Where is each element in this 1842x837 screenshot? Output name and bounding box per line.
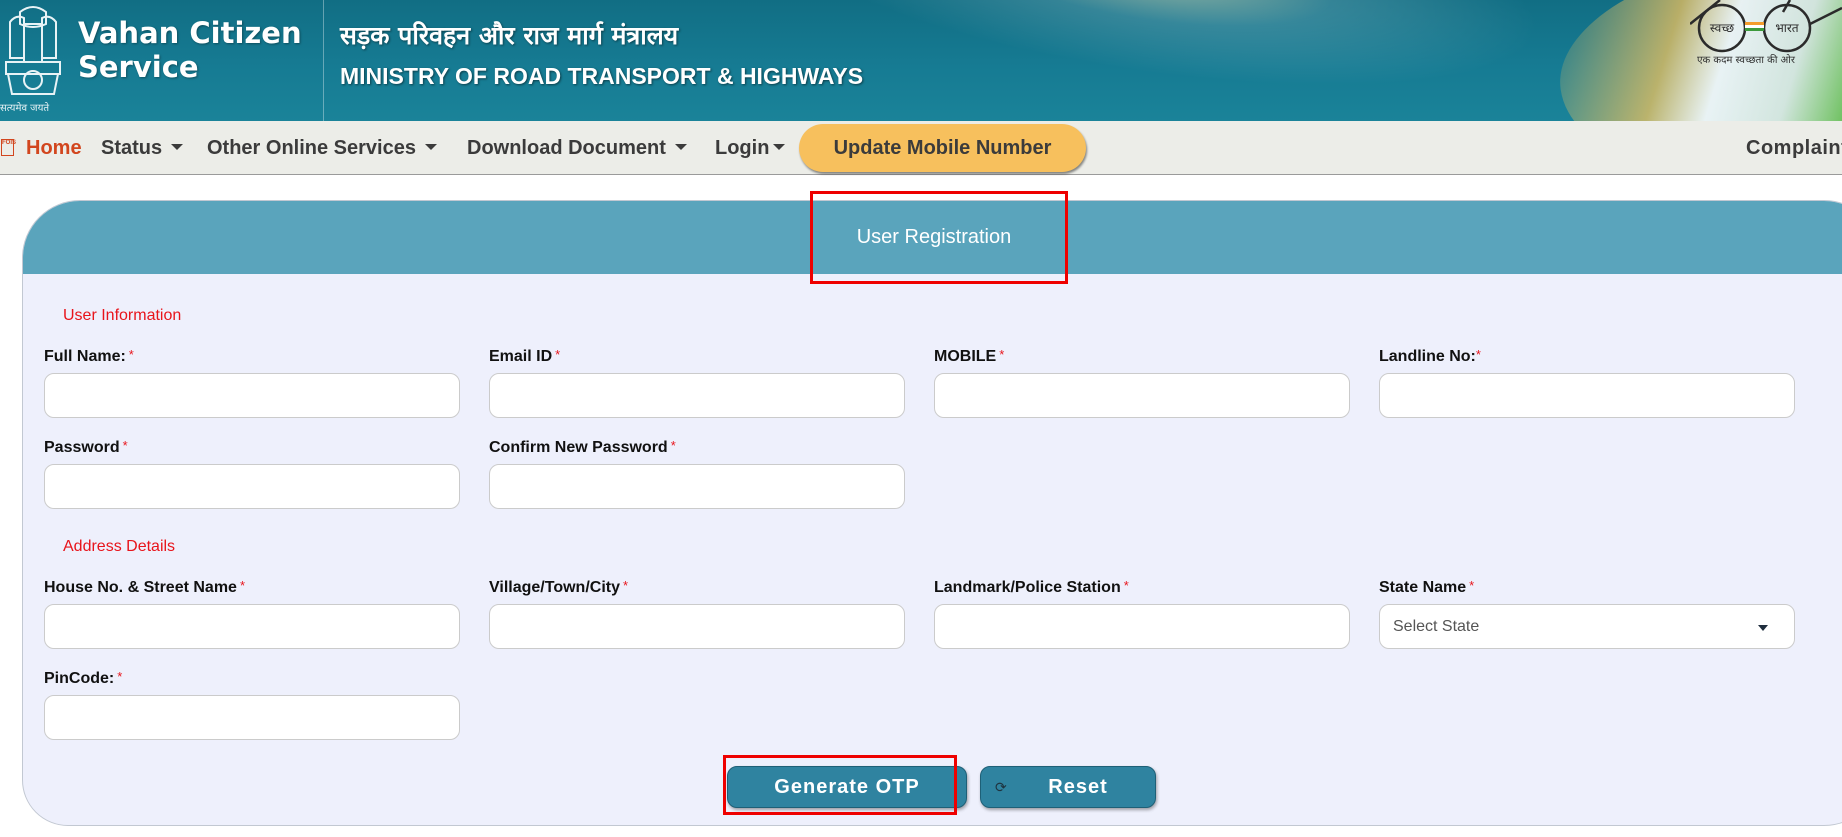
email-label: Email ID * (489, 347, 561, 366)
password-label: Password * (44, 438, 128, 457)
ministry-name-hindi: सड़क परिवहन और राज मार्ग मंत्रालय (340, 21, 679, 50)
mobile-input[interactable] (934, 373, 1350, 418)
banner-glow (862, 0, 1578, 121)
village-city-input[interactable] (489, 604, 905, 649)
full-name-label-text: Full Name: (44, 348, 126, 365)
pincode-input[interactable] (44, 695, 460, 740)
nav-status[interactable]: Status (101, 121, 184, 175)
full-name-label: Full Name: * (44, 347, 134, 366)
main-nav: FOIS Home Status Other Online Services D… (0, 121, 1842, 175)
nav-download-document-label: Download Document (467, 137, 666, 159)
village-city-label-text: Village/Town/City (489, 579, 620, 596)
state-label: State Name * (1379, 578, 1475, 597)
landline-label: Landline No:* (1379, 347, 1481, 366)
panel-title: User Registration (856, 226, 1012, 248)
nav-other-online-services[interactable]: Other Online Services (207, 121, 437, 175)
email-label-text: Email ID (489, 348, 553, 365)
house-street-input[interactable] (44, 604, 460, 649)
state-select[interactable]: Select State (1379, 604, 1795, 649)
required-marker: * (1123, 578, 1129, 593)
pincode-label: PinCode: * (44, 669, 123, 688)
full-name-input[interactable] (44, 373, 460, 418)
landline-label-text: Landline No: (1379, 348, 1476, 365)
nav-complaint[interactable]: Complaint (1746, 121, 1842, 175)
generate-otp-button[interactable]: Generate OTP (727, 766, 967, 808)
emblem-motto: सत्यमेव जयते (0, 103, 50, 114)
national-emblem-icon (5, 6, 61, 95)
fois-icon[interactable]: FOIS (1, 139, 16, 156)
landline-input[interactable] (1379, 373, 1795, 418)
chevron-down-icon (674, 143, 687, 150)
app-title-line2: Service (78, 50, 199, 84)
confirm-password-label-text: Confirm New Password (489, 439, 668, 456)
landmark-label: Landmark/Police Station * (934, 578, 1129, 597)
banner-divider (323, 0, 324, 121)
required-marker: * (117, 669, 123, 684)
nav-download-document[interactable]: Download Document (467, 121, 687, 175)
required-marker: * (622, 578, 629, 593)
state-label-text: State Name (1379, 579, 1467, 596)
nav-status-label: Status (101, 137, 163, 159)
confirm-password-input[interactable] (489, 464, 905, 509)
password-label-text: Password (44, 439, 120, 456)
required-marker: * (128, 347, 134, 362)
required-marker: * (122, 438, 128, 453)
section-user-information: User Information (63, 307, 182, 324)
required-marker: * (239, 578, 245, 593)
required-marker: * (1475, 347, 1481, 362)
nav-other-services-label: Other Online Services (207, 137, 416, 159)
refresh-icon: ⟳ (995, 779, 1007, 795)
mobile-label-text: MOBILE (934, 348, 997, 365)
confirm-password-label: Confirm New Password * (489, 438, 676, 457)
reset-button-label: Reset (1048, 776, 1108, 798)
required-marker: * (555, 347, 561, 362)
required-marker: * (999, 347, 1005, 362)
ministry-name-english: MINISTRY OF ROAD TRANSPORT & HIGHWAYS (340, 63, 864, 89)
state-select-value: Select State (1393, 618, 1480, 635)
mobile-label: MOBILE * (934, 347, 1005, 366)
pincode-label-text: PinCode: (44, 670, 115, 687)
chevron-down-icon (424, 143, 437, 150)
house-street-label: House No. & Street Name * (44, 578, 245, 597)
swachh-tagline: एक कदम स्वच्छता की ओर (1697, 55, 1795, 66)
chevron-down-icon (171, 143, 184, 150)
user-registration-panel: User Registration User Information Full … (22, 200, 1842, 826)
caret-down-icon (1758, 625, 1768, 631)
app-title-line1: Vahan Citizen (78, 16, 302, 50)
nav-login[interactable]: Login (715, 121, 786, 175)
email-input[interactable] (489, 373, 905, 418)
landmark-label-text: Landmark/Police Station (934, 579, 1121, 596)
landmark-input[interactable] (934, 604, 1350, 649)
swachh-right-text: भारत (1775, 21, 1799, 35)
chevron-down-icon (773, 143, 786, 150)
password-input[interactable] (44, 464, 460, 509)
header-banner: सत्यमेव जयते Vahan Citizen Service सड़क … (0, 0, 1842, 121)
house-street-label-text: House No. & Street Name (44, 579, 237, 596)
nav-home-label: Home (26, 137, 82, 159)
nav-login-label: Login (715, 137, 770, 159)
section-address-details: Address Details (63, 538, 176, 555)
app-title[interactable]: Vahan Citizen Service (78, 16, 302, 84)
update-mobile-number-button[interactable]: Update Mobile Number (799, 124, 1086, 172)
reset-button[interactable]: ⟳ Reset (980, 766, 1156, 808)
village-city-label: Village/Town/City * (489, 578, 629, 597)
nav-home[interactable]: Home (26, 121, 82, 175)
swachh-left-text: स्वच्छ (1710, 21, 1734, 35)
required-marker: * (1469, 578, 1475, 593)
required-marker: * (670, 438, 676, 453)
